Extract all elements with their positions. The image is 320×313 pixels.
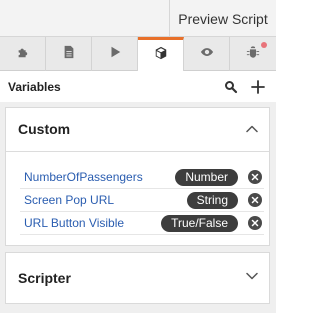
close-icon[interactable] (248, 193, 262, 207)
section-divider (6, 151, 269, 152)
variable-name-link[interactable]: URL Button Visible (24, 216, 124, 230)
variables-title: Variables (8, 80, 61, 94)
cube-icon (154, 46, 168, 65)
chevron-down-icon (245, 269, 259, 283)
tab-variables[interactable] (138, 37, 184, 71)
puzzle-icon (16, 45, 30, 64)
tab-preview[interactable] (184, 37, 230, 71)
notification-dot (261, 42, 267, 48)
custom-section-header[interactable]: Custom (6, 108, 269, 151)
scripter-section-title: Scripter (18, 270, 71, 286)
tab-run[interactable] (92, 37, 138, 71)
plus-icon[interactable] (250, 79, 266, 95)
tool-tab-bar (0, 37, 276, 71)
document-icon (62, 45, 76, 64)
bug-icon (246, 45, 260, 64)
close-icon[interactable] (248, 216, 262, 230)
variable-name-link[interactable]: Screen Pop URL (24, 193, 114, 207)
play-icon (108, 45, 122, 64)
variable-type-badge: String (186, 192, 238, 209)
variable-type-badge: Number (175, 169, 238, 186)
variable-type-badge: True/False (161, 215, 238, 232)
tab-pages[interactable] (46, 37, 92, 71)
custom-section-title: Custom (18, 121, 71, 137)
variable-name-link[interactable]: NumberOfPassengers (24, 170, 143, 184)
variables-header: Variables (0, 72, 276, 102)
scripter-section-header[interactable]: Scripter (6, 253, 269, 296)
top-bar: Preview Script (0, 0, 276, 37)
variable-row: Screen Pop URL String (20, 190, 264, 212)
variables-panel: Custom NumberOfPassengers Number Screen … (0, 102, 276, 313)
tab-debug[interactable] (230, 37, 276, 71)
scripter-section: Scripter (5, 252, 270, 304)
chevron-up-icon (245, 122, 259, 136)
variable-row: NumberOfPassengers Number (20, 167, 264, 189)
tab-actions[interactable] (0, 37, 46, 71)
eye-icon (200, 45, 214, 64)
custom-section: Custom NumberOfPassengers Number Screen … (5, 107, 270, 246)
close-icon[interactable] (248, 170, 262, 184)
variable-row: URL Button Visible True/False (20, 213, 264, 235)
search-icon[interactable] (223, 79, 239, 95)
preview-script-button[interactable]: Preview Script (170, 0, 276, 37)
